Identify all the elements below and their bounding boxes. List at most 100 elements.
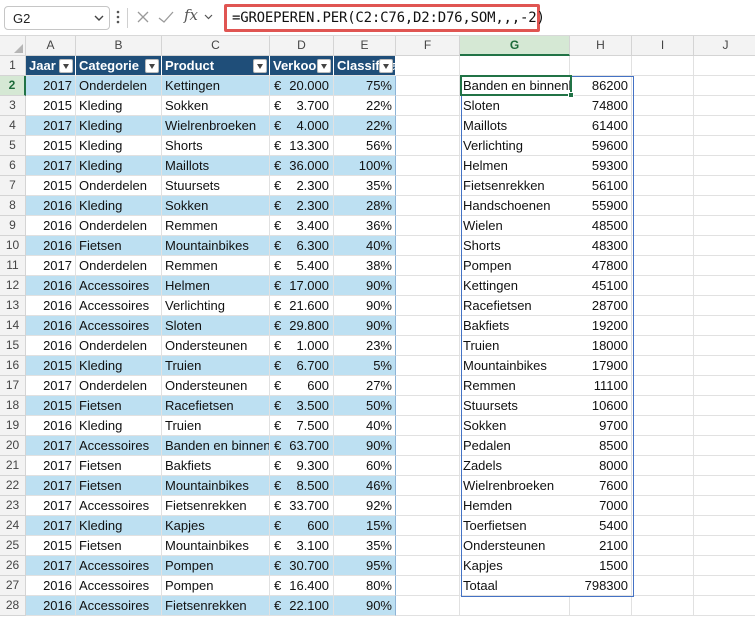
cell[interactable] <box>460 56 570 76</box>
grouped-product-cell[interactable]: Stuursets <box>460 396 570 416</box>
table-cell[interactable]: €30.700 <box>270 556 334 576</box>
row-header-7[interactable]: 7 <box>0 176 26 196</box>
table-cell[interactable]: 2015 <box>26 396 76 416</box>
table-cell[interactable]: Accessoires <box>76 296 162 316</box>
grouped-product-cell[interactable]: Ondersteunen <box>460 536 570 556</box>
cell[interactable] <box>396 536 460 556</box>
table-cell[interactable]: 2016 <box>26 316 76 336</box>
cell[interactable] <box>396 276 460 296</box>
table-cell[interactable]: 35% <box>334 536 396 556</box>
cell[interactable] <box>396 56 460 76</box>
grouped-product-cell[interactable]: Toerfietsen <box>460 516 570 536</box>
cell[interactable] <box>694 216 755 236</box>
cell[interactable] <box>694 516 755 536</box>
cell[interactable] <box>396 516 460 536</box>
table-cell[interactable]: 95% <box>334 556 396 576</box>
cell[interactable] <box>632 376 694 396</box>
table-cell[interactable]: Onderdelen <box>76 336 162 356</box>
table-cell[interactable]: €33.700 <box>270 496 334 516</box>
cell[interactable] <box>396 576 460 596</box>
grouped-product-cell[interactable]: Banden en binnenbanden <box>460 76 570 96</box>
table-cell[interactable]: 2017 <box>26 436 76 456</box>
grouped-sum-cell[interactable]: 10600 <box>570 396 632 416</box>
cell[interactable] <box>632 116 694 136</box>
cell[interactable] <box>396 556 460 576</box>
column-header-g[interactable]: G <box>460 36 570 56</box>
table-cell[interactable]: €20.000 <box>270 76 334 96</box>
cell[interactable] <box>632 256 694 276</box>
cell[interactable] <box>694 56 755 76</box>
cell[interactable] <box>694 256 755 276</box>
cell[interactable] <box>632 436 694 456</box>
table-cell[interactable]: Remmen <box>162 216 270 236</box>
table-cell[interactable]: €3.100 <box>270 536 334 556</box>
table-cell[interactable]: 90% <box>334 276 396 296</box>
grouped-product-cell[interactable]: Pompen <box>460 256 570 276</box>
cell[interactable] <box>632 316 694 336</box>
grouped-sum-cell[interactable]: 61400 <box>570 116 632 136</box>
filter-dropdown-icon[interactable] <box>59 59 73 73</box>
table-cell[interactable]: 2016 <box>26 416 76 436</box>
select-all-corner[interactable] <box>0 36 26 56</box>
row-header-5[interactable]: 5 <box>0 136 26 156</box>
table-cell[interactable]: Accessoires <box>76 276 162 296</box>
table-cell[interactable]: Shorts <box>162 136 270 156</box>
table-cell[interactable]: €6.700 <box>270 356 334 376</box>
table-cell[interactable]: Remmen <box>162 256 270 276</box>
grouped-product-cell[interactable]: Wielen <box>460 216 570 236</box>
table-cell[interactable]: Accessoires <box>76 316 162 336</box>
cell[interactable] <box>694 576 755 596</box>
table-cell[interactable]: 2017 <box>26 456 76 476</box>
table-cell[interactable]: €8.500 <box>270 476 334 496</box>
table-cell[interactable]: Kleding <box>76 156 162 176</box>
cell[interactable] <box>396 596 460 616</box>
row-header-24[interactable]: 24 <box>0 516 26 536</box>
cell[interactable] <box>632 336 694 356</box>
table-header-verkoop[interactable]: Verkoop <box>270 56 334 76</box>
column-header-e[interactable]: E <box>334 36 396 56</box>
table-cell[interactable]: 2016 <box>26 236 76 256</box>
table-cell[interactable]: Stuursets <box>162 176 270 196</box>
table-cell[interactable]: Ondersteunen <box>162 336 270 356</box>
table-header-jaar[interactable]: Jaar <box>26 56 76 76</box>
table-cell[interactable]: €3.400 <box>270 216 334 236</box>
table-cell[interactable]: Onderdelen <box>76 216 162 236</box>
grouped-sum-cell[interactable]: 28700 <box>570 296 632 316</box>
grouped-sum-cell[interactable]: 59600 <box>570 136 632 156</box>
cell[interactable] <box>570 596 632 616</box>
row-header-12[interactable]: 12 <box>0 276 26 296</box>
cell[interactable] <box>396 296 460 316</box>
grouped-product-cell[interactable]: Sloten <box>460 96 570 116</box>
table-cell[interactable]: Sokken <box>162 96 270 116</box>
cell[interactable] <box>632 156 694 176</box>
enter-icon[interactable] <box>158 10 174 24</box>
table-cell[interactable]: 5% <box>334 356 396 376</box>
fx-chevron-down-icon[interactable] <box>204 13 213 20</box>
row-header-17[interactable]: 17 <box>0 376 26 396</box>
cell[interactable] <box>694 316 755 336</box>
cell[interactable] <box>396 356 460 376</box>
filter-dropdown-icon[interactable] <box>145 59 159 73</box>
grouped-product-cell[interactable]: Maillots <box>460 116 570 136</box>
cell[interactable] <box>570 56 632 76</box>
column-header-h[interactable]: H <box>570 36 632 56</box>
cell[interactable] <box>632 596 694 616</box>
table-cell[interactable]: 56% <box>334 136 396 156</box>
grouped-product-cell[interactable]: Fietsenrekken <box>460 176 570 196</box>
cell[interactable] <box>632 96 694 116</box>
table-cell[interactable]: 23% <box>334 336 396 356</box>
row-header-23[interactable]: 23 <box>0 496 26 516</box>
table-cell[interactable]: €600 <box>270 516 334 536</box>
cell[interactable] <box>694 136 755 156</box>
table-cell[interactable]: Sloten <box>162 316 270 336</box>
column-header-j[interactable]: J <box>694 36 755 56</box>
table-cell[interactable]: Pompen <box>162 556 270 576</box>
table-cell[interactable]: €600 <box>270 376 334 396</box>
cell[interactable] <box>632 416 694 436</box>
table-cell[interactable]: 2016 <box>26 276 76 296</box>
table-cell[interactable]: 2015 <box>26 176 76 196</box>
row-header-1[interactable]: 1 <box>0 56 26 76</box>
cell[interactable] <box>632 216 694 236</box>
cell[interactable] <box>694 456 755 476</box>
name-box[interactable]: G2 <box>4 6 110 30</box>
